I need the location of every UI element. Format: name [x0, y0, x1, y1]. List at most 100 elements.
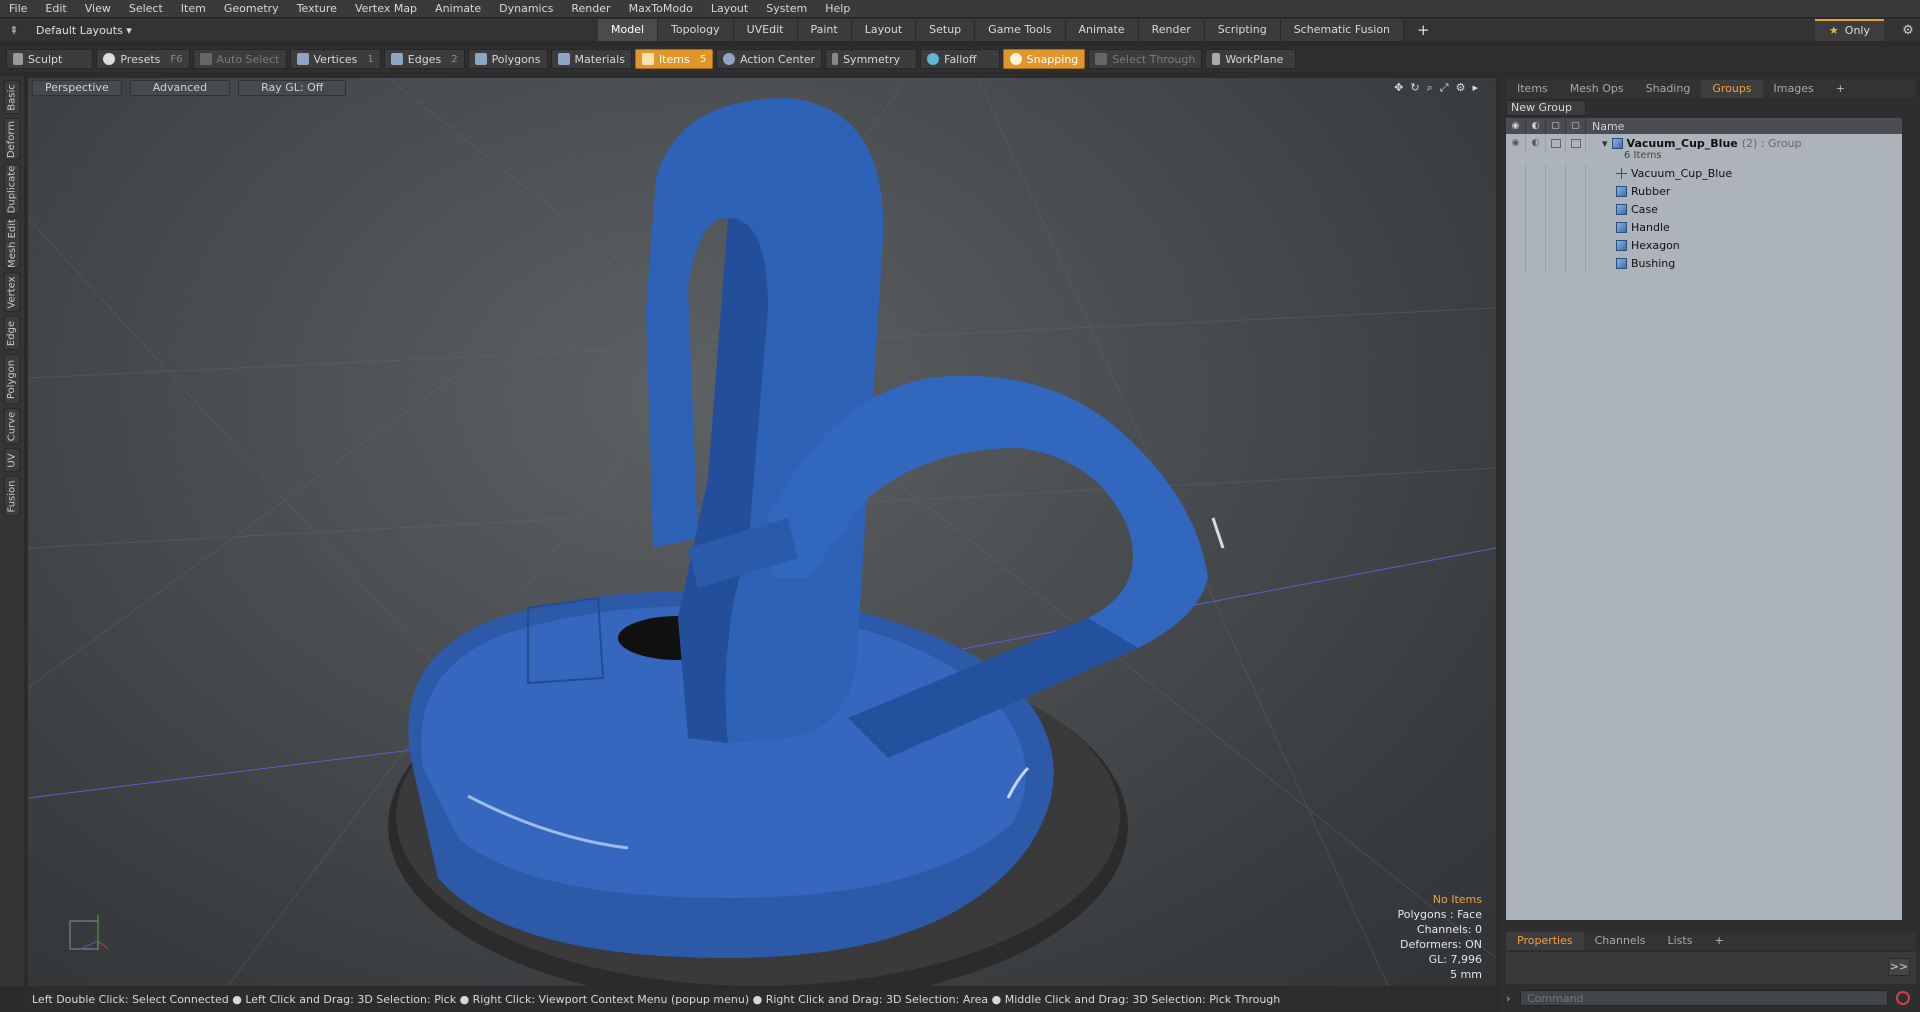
workplane-button[interactable]: WorkPlane [1205, 49, 1297, 69]
right-tab-mesh-ops[interactable]: Mesh Ops [1559, 80, 1635, 98]
layout-collapse-icon[interactable]: ⇞ [0, 24, 28, 37]
menu-geometry[interactable]: Geometry [215, 0, 288, 18]
right-add-tab-button[interactable]: + [1825, 80, 1856, 98]
tab-uvedit[interactable]: UVEdit [733, 19, 798, 41]
group-row[interactable]: ◉ ◐ ▾ Vacuum_Cup_Blue (2) : Group 6 Item… [1506, 134, 1902, 164]
edges-button[interactable]: Edges 2 [383, 49, 465, 69]
vertices-button[interactable]: Vertices 1 [289, 49, 381, 69]
tab-render[interactable]: Render [1138, 19, 1205, 41]
eye-icon[interactable]: ◉ [1506, 134, 1526, 152]
bottom-tab-channels[interactable]: Channels [1584, 932, 1657, 950]
menu-dynamics[interactable]: Dynamics [490, 0, 562, 18]
left-tab-mesh-edit[interactable]: Mesh Edit [4, 218, 20, 268]
list-item[interactable]: Rubber [1506, 182, 1902, 200]
presets-icon [103, 53, 116, 65]
menu-maxtomodo[interactable]: MaxToModo [620, 0, 702, 18]
list-item[interactable]: Handle [1506, 218, 1902, 236]
items-button[interactable]: Items 5 [634, 49, 714, 69]
tab-setup[interactable]: Setup [916, 19, 976, 41]
render-icon[interactable]: ◐ [1526, 134, 1546, 152]
right-tab-shading[interactable]: Shading [1635, 80, 1702, 98]
left-tab-polygon[interactable]: Polygon [4, 354, 20, 404]
list-item[interactable]: Hexagon [1506, 236, 1902, 254]
select-column-icon[interactable]: ▢ [1566, 118, 1586, 134]
tab-model[interactable]: Model [598, 19, 659, 41]
expand-arrow-icon[interactable]: ▾ [1602, 137, 1608, 150]
gizmo-z-axis [79, 940, 99, 950]
menu-layout[interactable]: Layout [702, 0, 757, 18]
lock-column-icon[interactable]: ▢ [1546, 118, 1566, 134]
zoom-view-icon[interactable]: ⌕ [1427, 81, 1433, 95]
menu-view[interactable]: View [76, 0, 120, 18]
workplane-label: WorkPlane [1225, 52, 1284, 66]
tab-schematic-fusion[interactable]: Schematic Fusion [1280, 19, 1405, 41]
command-input[interactable] [1520, 990, 1888, 1006]
record-icon[interactable] [1896, 991, 1910, 1005]
left-tab-deform[interactable]: Deform [4, 118, 20, 160]
list-item[interactable]: Vacuum_Cup_Blue [1506, 164, 1902, 182]
falloff-button[interactable]: Falloff [920, 49, 1000, 69]
menu-vertex-map[interactable]: Vertex Map [346, 0, 426, 18]
only-toggle[interactable]: ★ Only [1814, 19, 1884, 41]
menu-edit[interactable]: Edit [36, 0, 75, 18]
raygl-button[interactable]: Ray GL: Off [238, 80, 347, 96]
left-tab-basic[interactable]: Basic [4, 80, 20, 114]
fit-view-icon[interactable]: ⤢ [1440, 81, 1449, 95]
list-item[interactable]: Bushing [1506, 254, 1902, 272]
rotate-view-icon[interactable]: ↻ [1410, 81, 1419, 95]
menu-select[interactable]: Select [120, 0, 172, 18]
right-tab-images[interactable]: Images [1763, 80, 1825, 98]
tab-animate[interactable]: Animate [1065, 19, 1139, 41]
right-tab-groups[interactable]: Groups [1701, 80, 1763, 98]
left-tab-vertex[interactable]: Vertex [4, 272, 20, 312]
bottom-tab-lists[interactable]: Lists [1657, 932, 1704, 950]
gear-icon[interactable]: ⚙ [1896, 23, 1920, 38]
symmetry-button[interactable]: Symmetry [825, 49, 918, 69]
view-mode-button[interactable]: Perspective [32, 80, 122, 96]
name-column-header[interactable]: Name [1586, 120, 1624, 133]
materials-button[interactable]: Materials [550, 49, 632, 69]
auto-select-button[interactable]: Auto Select [192, 49, 287, 69]
menu-system[interactable]: System [757, 0, 816, 18]
menu-texture[interactable]: Texture [288, 0, 346, 18]
polygons-button[interactable]: Polygons [467, 49, 548, 69]
lock-toggle[interactable] [1546, 134, 1566, 152]
left-tab-curve[interactable]: Curve [4, 408, 20, 444]
presets-button[interactable]: Presets F6 [96, 49, 190, 69]
right-tab-items[interactable]: Items [1506, 80, 1559, 98]
shading-button[interactable]: Advanced [129, 80, 231, 96]
layout-selector[interactable]: Default Layouts ▾ [28, 24, 598, 37]
left-tab-uv[interactable]: UV [4, 448, 20, 472]
snapping-button[interactable]: Snapping [1002, 49, 1086, 69]
bottom-add-tab-button[interactable]: + [1703, 932, 1734, 950]
tab-scripting[interactable]: Scripting [1204, 19, 1281, 41]
select-toggle[interactable] [1566, 134, 1586, 152]
menu-item[interactable]: Item [172, 0, 215, 18]
left-tab-fusion[interactable]: Fusion [4, 476, 20, 516]
move-view-icon[interactable]: ✥ [1394, 81, 1403, 95]
render-column-icon[interactable]: ◐ [1526, 118, 1546, 134]
list-item[interactable]: Case [1506, 200, 1902, 218]
bottom-tab-properties[interactable]: Properties [1506, 932, 1584, 950]
visibility-column-icon[interactable]: ◉ [1506, 118, 1526, 134]
tab-game-tools[interactable]: Game Tools [975, 19, 1066, 41]
tab-layout[interactable]: Layout [851, 19, 917, 41]
left-tab-duplicate[interactable]: Duplicate [4, 164, 20, 214]
left-tab-edge[interactable]: Edge [4, 316, 20, 350]
new-group-button[interactable]: New Group [1506, 100, 1586, 116]
menu-render[interactable]: Render [562, 0, 619, 18]
viewport-settings-icon[interactable]: ⚙ [1456, 81, 1466, 95]
sculpt-button[interactable]: Sculpt [6, 49, 94, 69]
action-center-button[interactable]: Action Center [716, 49, 823, 69]
tab-topology[interactable]: Topology [658, 19, 734, 41]
3d-viewport[interactable]: Perspective Advanced Ray GL: Off ✥ ↻ ⌕ ⤢… [28, 78, 1496, 986]
item-name: Vacuum_Cup_Blue [1631, 166, 1733, 180]
select-through-button[interactable]: Select Through [1088, 49, 1203, 69]
menu-animate[interactable]: Animate [426, 0, 490, 18]
menu-help[interactable]: Help [816, 0, 859, 18]
tab-paint[interactable]: Paint [797, 19, 852, 41]
menu-file[interactable]: File [0, 0, 36, 18]
add-tab-button[interactable]: + [1404, 19, 1443, 41]
expand-button[interactable]: >> [1888, 958, 1910, 976]
viewport-expand-icon[interactable]: ▸ [1472, 81, 1478, 95]
